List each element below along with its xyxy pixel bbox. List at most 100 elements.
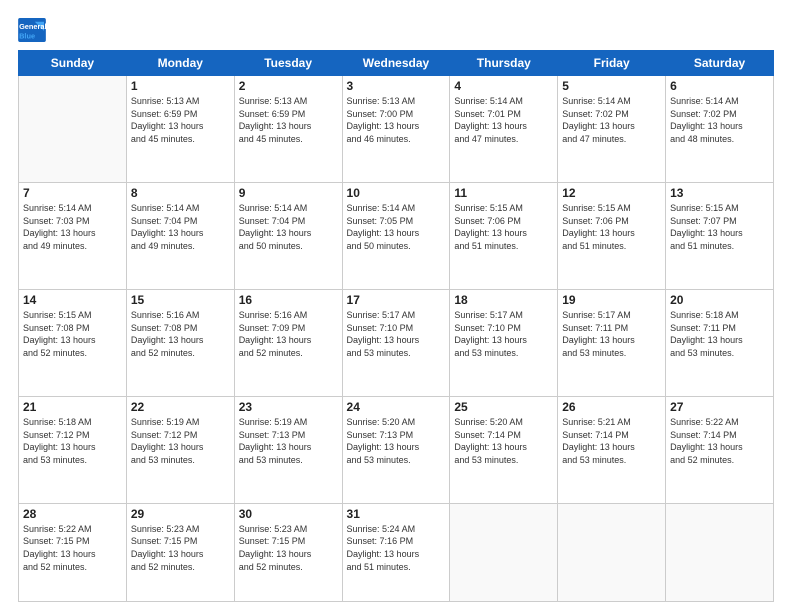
week-row-1: 7 Sunrise: 5:14 AM Sunset: 7:03 PM Daylig… [19,182,774,289]
calendar-cell: 1Sunrise: 5:13 AM Sunset: 6:59 PM Daylig… [126,76,234,183]
calendar-cell: 28 Sunrise: 5:22 AM Sunset: 7:15 PM Dayli… [19,503,127,601]
day-info: Sunrise: 5:18 AM Sunset: 7:11 PM Dayligh… [670,309,769,359]
calendar-cell: 11 Sunrise: 5:15 AM Sunset: 7:06 PM Dayli… [450,182,558,289]
day-info: Sunrise: 5:20 AM Sunset: 7:14 PM Dayligh… [454,416,553,466]
day-number: 5 [562,79,661,93]
calendar-cell: 3 Sunrise: 5:13 AM Sunset: 7:00 PM Daylig… [342,76,450,183]
day-number: 24 [347,400,446,414]
day-number: 7 [23,186,122,200]
calendar-table: SundayMondayTuesdayWednesdayThursdayFrid… [18,50,774,602]
day-number: 31 [347,507,446,521]
calendar-cell: 7 Sunrise: 5:14 AM Sunset: 7:03 PM Daylig… [19,182,127,289]
calendar-cell: 23 Sunrise: 5:19 AM Sunset: 7:13 PM Dayli… [234,396,342,503]
calendar-cell: 29Sunrise: 5:23 AM Sunset: 7:15 PM Dayli… [126,503,234,601]
page: General Blue SundayMondayTuesdayWednesda… [0,0,792,612]
header-day-friday: Friday [558,51,666,76]
day-info: Sunrise: 5:17 AM Sunset: 7:10 PM Dayligh… [454,309,553,359]
day-number: 6 [670,79,769,93]
day-info: Sunrise: 5:18 AM Sunset: 7:12 PM Dayligh… [23,416,122,466]
day-info: Sunrise: 5:14 AM Sunset: 7:04 PM Dayligh… [239,202,338,252]
day-number: 26 [562,400,661,414]
day-number: 23 [239,400,338,414]
calendar-cell: 2 Sunrise: 5:13 AM Sunset: 6:59 PM Daylig… [234,76,342,183]
calendar-cell: 21 Sunrise: 5:18 AM Sunset: 7:12 PM Dayli… [19,396,127,503]
calendar-cell: 10 Sunrise: 5:14 AM Sunset: 7:05 PM Dayli… [342,182,450,289]
week-row-2: 14Sunrise: 5:15 AM Sunset: 7:08 PM Dayli… [19,289,774,396]
calendar-cell: 30 Sunrise: 5:23 AM Sunset: 7:15 PM Dayli… [234,503,342,601]
calendar-cell: 31 Sunrise: 5:24 AM Sunset: 7:16 PM Dayli… [342,503,450,601]
calendar-cell: 20 Sunrise: 5:18 AM Sunset: 7:11 PM Dayli… [666,289,774,396]
day-number: 21 [23,400,122,414]
calendar-cell [558,503,666,601]
day-info: Sunrise: 5:19 AM Sunset: 7:12 PM Dayligh… [131,416,230,466]
day-info: Sunrise: 5:24 AM Sunset: 7:16 PM Dayligh… [347,523,446,573]
calendar-cell: 16 Sunrise: 5:16 AM Sunset: 7:09 PM Dayli… [234,289,342,396]
day-number: 8 [131,186,230,200]
calendar-cell: 12Sunrise: 5:15 AM Sunset: 7:06 PM Dayli… [558,182,666,289]
day-info: Sunrise: 5:15 AM Sunset: 7:08 PM Dayligh… [23,309,122,359]
day-number: 15 [131,293,230,307]
week-row-3: 21 Sunrise: 5:18 AM Sunset: 7:12 PM Dayli… [19,396,774,503]
day-number: 3 [347,79,446,93]
header-day-sunday: Sunday [19,51,127,76]
day-number: 12 [562,186,661,200]
day-number: 20 [670,293,769,307]
calendar-cell [19,76,127,183]
day-info: Sunrise: 5:19 AM Sunset: 7:13 PM Dayligh… [239,416,338,466]
day-number: 1 [131,79,230,93]
day-info: Sunrise: 5:22 AM Sunset: 7:15 PM Dayligh… [23,523,122,573]
calendar-cell: 19Sunrise: 5:17 AM Sunset: 7:11 PM Dayli… [558,289,666,396]
day-number: 16 [239,293,338,307]
day-info: Sunrise: 5:20 AM Sunset: 7:13 PM Dayligh… [347,416,446,466]
day-info: Sunrise: 5:21 AM Sunset: 7:14 PM Dayligh… [562,416,661,466]
day-info: Sunrise: 5:14 AM Sunset: 7:01 PM Dayligh… [454,95,553,145]
day-info: Sunrise: 5:14 AM Sunset: 7:05 PM Dayligh… [347,202,446,252]
day-info: Sunrise: 5:14 AM Sunset: 7:02 PM Dayligh… [562,95,661,145]
header: General Blue [18,18,774,42]
day-number: 17 [347,293,446,307]
header-day-wednesday: Wednesday [342,51,450,76]
logo-icon: General Blue [18,18,46,42]
day-number: 2 [239,79,338,93]
day-number: 18 [454,293,553,307]
day-info: Sunrise: 5:16 AM Sunset: 7:09 PM Dayligh… [239,309,338,359]
calendar-cell: 6 Sunrise: 5:14 AM Sunset: 7:02 PM Daylig… [666,76,774,183]
day-number: 13 [670,186,769,200]
day-info: Sunrise: 5:13 AM Sunset: 6:59 PM Dayligh… [239,95,338,145]
calendar-cell: 14Sunrise: 5:15 AM Sunset: 7:08 PM Dayli… [19,289,127,396]
calendar-cell [666,503,774,601]
calendar-cell: 26 Sunrise: 5:21 AM Sunset: 7:14 PM Dayli… [558,396,666,503]
week-row-0: 1 Sunrise: 5:13 AM Sunset: 6:59 PM Daylig… [19,76,774,183]
svg-text:General: General [19,22,46,31]
svg-text:Blue: Blue [19,31,35,40]
day-info: Sunrise: 5:16 AM Sunset: 7:08 PM Dayligh… [131,309,230,359]
calendar-cell: 24 Sunrise: 5:20 AM Sunset: 7:13 PM Dayli… [342,396,450,503]
day-number: 11 [454,186,553,200]
day-number: 25 [454,400,553,414]
header-row: SundayMondayTuesdayWednesdayThursdayFrid… [19,51,774,76]
day-info: Sunrise: 5:14 AM Sunset: 7:03 PM Dayligh… [23,202,122,252]
day-number: 28 [23,507,122,521]
calendar-cell: 5 Sunrise: 5:14 AM Sunset: 7:02 PM Daylig… [558,76,666,183]
day-info: Sunrise: 5:17 AM Sunset: 7:10 PM Dayligh… [347,309,446,359]
day-number: 29 [131,507,230,521]
logo: General Blue [18,18,46,42]
day-info: Sunrise: 5:13 AM Sunset: 7:00 PM Dayligh… [347,95,446,145]
day-info: Sunrise: 5:14 AM Sunset: 7:04 PM Dayligh… [131,202,230,252]
day-info: Sunrise: 5:23 AM Sunset: 7:15 PM Dayligh… [239,523,338,573]
calendar-cell: 9 Sunrise: 5:14 AM Sunset: 7:04 PM Daylig… [234,182,342,289]
calendar-cell: 8 Sunrise: 5:14 AM Sunset: 7:04 PM Daylig… [126,182,234,289]
header-day-saturday: Saturday [666,51,774,76]
day-info: Sunrise: 5:14 AM Sunset: 7:02 PM Dayligh… [670,95,769,145]
day-number: 10 [347,186,446,200]
calendar-cell: 13 Sunrise: 5:15 AM Sunset: 7:07 PM Dayli… [666,182,774,289]
header-day-monday: Monday [126,51,234,76]
day-number: 22 [131,400,230,414]
day-info: Sunrise: 5:15 AM Sunset: 7:06 PM Dayligh… [454,202,553,252]
day-info: Sunrise: 5:15 AM Sunset: 7:07 PM Dayligh… [670,202,769,252]
calendar-cell: 27Sunrise: 5:22 AM Sunset: 7:14 PM Dayli… [666,396,774,503]
day-number: 9 [239,186,338,200]
day-number: 30 [239,507,338,521]
day-number: 19 [562,293,661,307]
day-number: 27 [670,400,769,414]
